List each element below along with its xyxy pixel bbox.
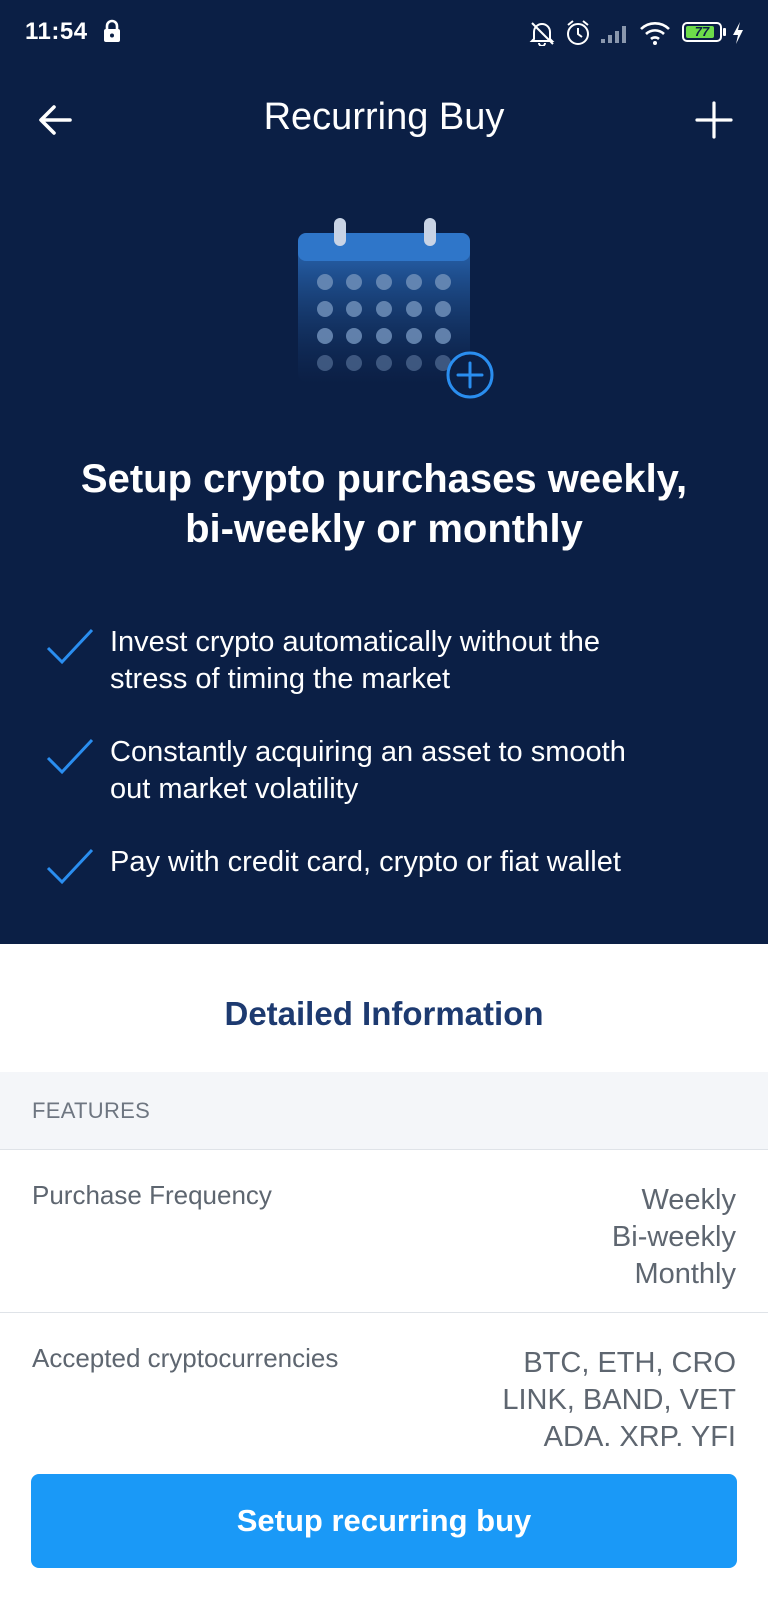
calendar-plus-icon bbox=[290, 215, 500, 405]
headline-line-1: Setup crypto purchases weekly, bbox=[80, 457, 688, 501]
alarm-icon bbox=[565, 19, 591, 52]
row-value: ADA. XRP. YFI bbox=[543, 1421, 736, 1453]
add-button[interactable] bbox=[692, 98, 736, 142]
wifi-icon bbox=[639, 20, 671, 51]
row-values: Weekly Bi-weekly Monthly bbox=[612, 1182, 736, 1293]
benefit-text: Pay with credit card, crypto or fiat wal… bbox=[110, 846, 621, 878]
purchase-frequency-row: Purchase Frequency Weekly Bi-weekly Mont… bbox=[0, 1180, 768, 1311]
checkmark-icon bbox=[46, 846, 94, 891]
row-values: BTC, ETH, CRO LINK, BAND, VET ADA. XRP. … bbox=[502, 1345, 736, 1456]
checkmark-icon bbox=[46, 736, 94, 781]
battery-icon: 77 bbox=[682, 22, 722, 42]
status-time: 11:54 bbox=[25, 18, 88, 45]
benefit-text: Constantly acquiring an asset to smooth bbox=[110, 736, 626, 768]
row-value: Monthly bbox=[634, 1258, 736, 1290]
row-value: BTC, ETH, CRO bbox=[523, 1347, 736, 1379]
status-bar: 11:54 77 bbox=[0, 0, 768, 64]
benefit-text: out market volatility bbox=[110, 773, 359, 805]
hero-headline: Setup crypto purchases weekly, bi-weekly… bbox=[40, 454, 728, 554]
setup-recurring-buy-button[interactable]: Setup recurring buy bbox=[31, 1474, 737, 1568]
lock-icon bbox=[102, 19, 122, 48]
row-label: Purchase Frequency bbox=[32, 1180, 272, 1210]
features-section-header: FEATURES bbox=[0, 1072, 768, 1150]
battery-cap bbox=[723, 28, 726, 36]
benefit-text: Invest crypto automatically without the bbox=[110, 626, 601, 658]
row-value: Bi-weekly bbox=[611, 1221, 736, 1253]
row-value: Weekly bbox=[641, 1184, 736, 1216]
row-label: Accepted cryptocurrencies bbox=[32, 1343, 339, 1373]
signal-icon bbox=[600, 22, 630, 49]
plus-icon bbox=[692, 101, 736, 146]
checkmark-icon bbox=[46, 626, 94, 671]
mute-icon bbox=[528, 20, 556, 51]
battery-level: 77 bbox=[694, 24, 710, 39]
headline-line-2: bi-weekly or monthly bbox=[185, 507, 583, 551]
accepted-cryptocurrencies-row: Accepted cryptocurrencies BTC, ETH, CRO … bbox=[0, 1343, 768, 1463]
charging-icon bbox=[731, 21, 745, 50]
features-label: FEATURES bbox=[32, 1098, 151, 1123]
row-value: LINK, BAND, VET bbox=[502, 1384, 736, 1416]
page-title: Recurring Buy bbox=[263, 96, 505, 138]
detailed-information-title: Detailed Information bbox=[224, 995, 544, 1032]
row-divider bbox=[0, 1312, 768, 1313]
hero-section: 11:54 77 Recurring Buy Setup crypto purc… bbox=[0, 0, 768, 944]
benefit-text: stress of timing the market bbox=[110, 663, 451, 695]
